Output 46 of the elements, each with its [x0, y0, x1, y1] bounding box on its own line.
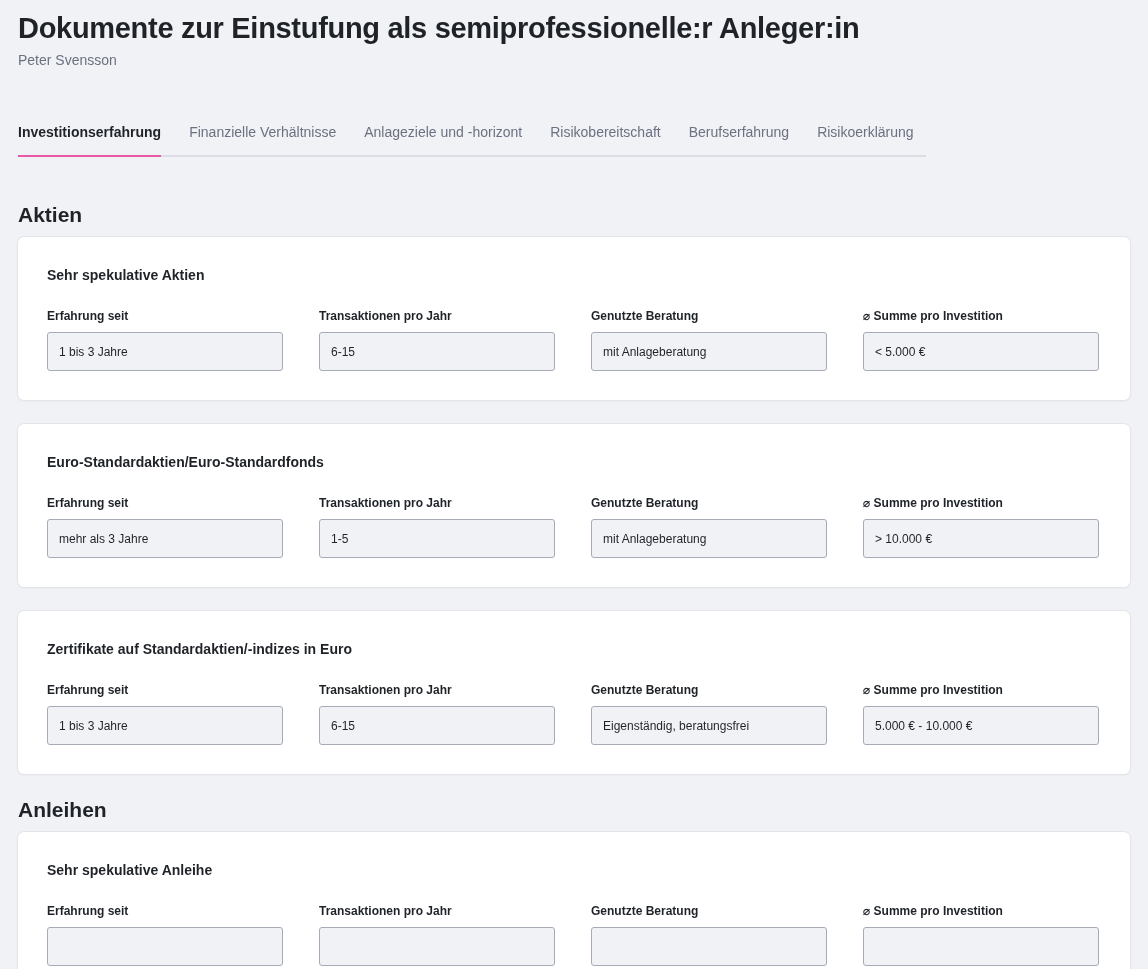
field-label: Genutzte Beratung [591, 309, 700, 323]
input-field[interactable]: 5.000 € - 10.000 € [863, 706, 1099, 745]
input-field[interactable]: mehr als 3 Jahre [47, 519, 283, 558]
field-label: ⌀ Summe pro Investition [863, 904, 1004, 918]
card-title: Euro-Standardaktien/Euro-Standardfonds [47, 454, 325, 470]
section-heading: Anleihen [18, 798, 108, 822]
field-label: Transaktionen pro Jahr [319, 904, 453, 918]
input-field[interactable] [319, 927, 555, 966]
input-field[interactable]: 6-15 [319, 706, 555, 745]
input-field[interactable]: 1 bis 3 Jahre [47, 332, 283, 371]
input-field[interactable]: > 10.000 € [863, 519, 1099, 558]
field-label: Genutzte Beratung [591, 904, 700, 918]
tab[interactable]: Finanzielle Verhältnisse [189, 124, 337, 157]
section-heading: Aktien [18, 203, 84, 227]
field-label: Erfahrung seit [47, 496, 130, 510]
page-title: Dokumente zur Einstufung als semiprofessionelle:r Anleger:in [18, 11, 861, 46]
card-title: Sehr spekulative Aktien [47, 267, 206, 283]
card-title: Sehr spekulative Anleihe [47, 862, 214, 878]
input-field[interactable]: < 5.000 € [863, 332, 1099, 371]
tab[interactable]: Risikoerklärung [817, 124, 914, 157]
field-label: ⌀ Summe pro Investition [863, 683, 1004, 697]
field-label: Erfahrung seit [47, 904, 130, 918]
field-label: Transaktionen pro Jahr [319, 683, 453, 697]
field-label: Genutzte Beratung [591, 496, 700, 510]
input-field[interactable] [47, 927, 283, 966]
field-label: Erfahrung seit [47, 309, 130, 323]
input-field[interactable]: mit Anlageberatung [591, 332, 827, 371]
input-field[interactable]: 1 bis 3 Jahre [47, 706, 283, 745]
input-field[interactable]: mit Anlageberatung [591, 519, 827, 558]
input-field[interactable] [863, 927, 1099, 966]
user-name: Peter Svensson [18, 52, 118, 68]
tab[interactable]: Berufserfahrung [688, 124, 790, 157]
field-label: Erfahrung seit [47, 683, 130, 697]
input-field[interactable]: 1-5 [319, 519, 555, 558]
tab[interactable]: Anlageziele und -horizont [364, 124, 523, 157]
input-field[interactable] [591, 927, 827, 966]
field-label: Transaktionen pro Jahr [319, 309, 453, 323]
field-label: Genutzte Beratung [591, 683, 700, 697]
input-field[interactable]: Eigenständig, beratungsfrei [591, 706, 827, 745]
field-label: Transaktionen pro Jahr [319, 496, 453, 510]
card-title: Zertifikate auf Standardaktien/-indizes in Euro [47, 641, 353, 657]
field-label: ⌀ Summe pro Investition [863, 309, 1004, 323]
tab[interactable]: Risikobereitschaft [550, 124, 661, 157]
tab[interactable]: Investitionserfahrung [18, 124, 162, 157]
field-label: ⌀ Summe pro Investition [863, 496, 1004, 510]
input-field[interactable]: 6-15 [319, 332, 555, 371]
